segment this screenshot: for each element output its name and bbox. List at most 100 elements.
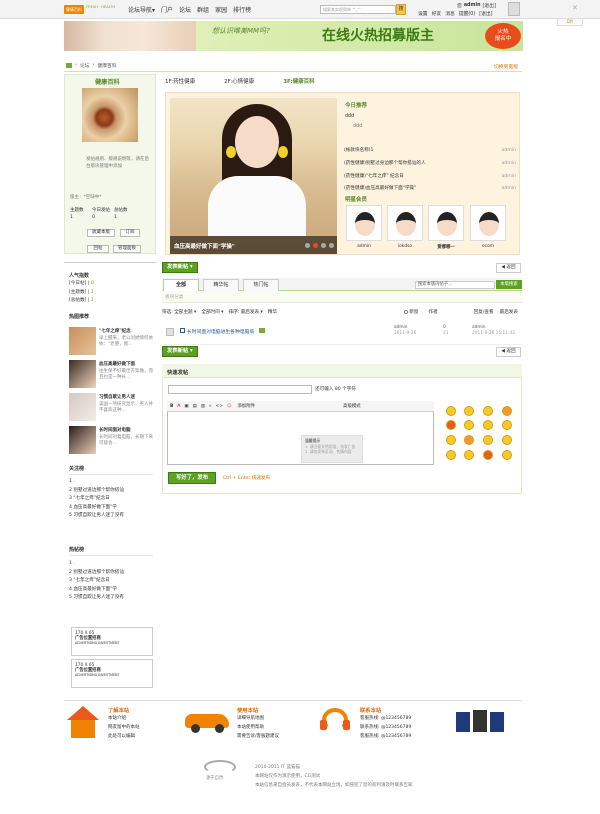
post-title-input[interactable] [168,385,312,394]
bold-icon[interactable]: B [170,404,173,409]
hot-post-item[interactable]: 1 . [69,560,155,569]
slide-photo[interactable] [170,98,337,254]
advanced-mode-link[interactable]: 高级模式 [343,403,361,409]
emoticon-kiss-icon[interactable] [502,435,512,445]
emoticon-cool-icon[interactable] [502,420,512,430]
focus-item[interactable]: 1 . [69,478,155,487]
home-icon[interactable] [66,63,72,68]
avatar[interactable] [508,2,520,16]
slide-caption[interactable]: 血压高最好做下面"学操" [170,236,337,254]
focus-item[interactable]: 3 "七年之痒"纪念日 [69,495,155,504]
search-input[interactable]: 搜索其实很简单 ^_^ [320,5,396,14]
ad-slot[interactable]: 170 X 65 广告位置招商 ADVERTISING INVESTMENT [71,659,153,688]
tab-all[interactable]: 全部 [163,279,199,291]
footer-link[interactable]: 本站使用帮助 [237,723,279,732]
emoticon-sleep-icon[interactable] [464,450,474,460]
hot-pic-item[interactable]: 血压高最好做下面 往生保不好最佳方案做，而且也是一种长… [99,362,155,382]
emoticon-think-icon[interactable] [446,450,456,460]
tab-digest[interactable]: 精华帖 [203,279,239,291]
reply-button[interactable]: 回帖 [87,245,109,253]
hot-post-item[interactable]: 5 习惯自欺让男人迷了没有 [69,594,155,603]
nav-groups[interactable]: 群组 [197,5,209,14]
floor-tab-1[interactable]: 1F:药性健康 [165,77,195,85]
hot-pic-item[interactable]: 长时间面对电脑 长时间对着电脑，长期下来可能会… [99,428,155,448]
thread-title[interactable]: 长时间面对电脑进生各种电脑病 [180,328,265,335]
switch-wide-link[interactable]: 切换到宽版 [494,63,518,70]
emoticon-surprise-icon[interactable] [464,435,474,445]
star-member-name[interactable]: iokdso [387,244,423,249]
table-row[interactable]: 长时间面对电脑进生各种电脑病 admin 2011-9-26 0 21 admi… [162,323,522,345]
submit-post-button[interactable]: 写好了，发布 [168,472,216,484]
user-settings-link[interactable]: 设置 [418,10,428,17]
emoticon-tongue-icon[interactable] [446,435,456,445]
new-post-button[interactable]: 发表新帖 ▾ [162,346,198,357]
nav-portal[interactable]: 门户 [161,5,173,14]
link-icon[interactable]: ▤ [193,404,197,409]
news-row[interactable]: (药性健康)血压高最好做下面"学操" admin [344,183,516,196]
recruit-banner[interactable]: 想认识唯美MM吗? 在线火热招募版主 火热 报名中 [64,21,523,51]
image-icon[interactable]: ▣ [184,404,188,409]
board-search-input[interactable]: 搜索本版内帖子… [415,281,495,289]
floor-tab-2[interactable]: 2F:心情健康 [224,77,254,85]
footer-contact[interactable]: 客服热线: @123456789 [360,714,411,723]
hot-pic-item[interactable]: 习惯自欺让男人迷 美国一项研究显示，男人并不喜欢这种… [99,395,155,415]
focus-item[interactable]: 2 别墅过道边那个帮你搭讪 [69,487,155,496]
star-member-avatar[interactable] [387,205,423,241]
star-member-name[interactable]: 爱哪哪一 [428,244,464,250]
focus-item[interactable]: 5 习惯自欺让男人迷了没有 [69,512,155,521]
subscribe-button[interactable]: 订阅 [120,229,140,237]
nav-home[interactable]: 家园 [215,5,227,14]
emoticon-icon[interactable]: ☺ [227,404,232,409]
emoticon-grin-icon[interactable] [464,406,474,416]
board-search-button[interactable]: 本版搜索 [496,280,522,289]
new-post-button[interactable]: 发表新帖 ▾ [162,262,198,273]
code-icon[interactable]: <> [216,404,223,409]
news-row[interactable]: (药性健康)别墅过身边那个帮你搭讪的人 admin [344,158,516,171]
star-member-name[interactable]: admin [346,244,382,249]
user-backend-link[interactable]: [退出] [479,10,492,17]
username-link[interactable]: admin [464,3,481,8]
emoticon-happy-icon[interactable] [502,450,512,460]
add-attachment-link[interactable]: 添加附件 [237,403,255,409]
thread-title-text[interactable]: 长时间面对电脑进生各种电脑病 [187,330,254,335]
footer-link[interactable]: 需要告诉/客服题建议 [237,732,279,741]
breadcrumb-board[interactable]: 健康百科 [97,62,116,69]
user-friends-link[interactable]: 好友 [432,10,442,17]
new-window-label[interactable]: 新窗 [409,309,418,315]
user-messages-link[interactable]: 消息 [445,10,455,17]
emoticon-wink-icon[interactable] [464,420,474,430]
star-member-avatar[interactable] [470,205,506,241]
logout-link[interactable]: [退出] [483,2,496,9]
back-button[interactable]: ◀ 返回 [496,263,521,273]
back-button[interactable]: ◀ 返回 [496,347,521,357]
quote-icon[interactable]: « [209,404,212,409]
close-icon[interactable]: ✕ [572,4,578,12]
today-item-title[interactable]: ddd [345,114,354,119]
emoticon-laugh-icon[interactable] [483,406,493,416]
admin-panel-button[interactable]: 管理面板 [113,245,141,253]
emoticon-angry-icon[interactable] [502,406,512,416]
favorite-board-button[interactable]: 收藏本版 [87,229,115,237]
footer-link[interactable]: 详细导航地图 [237,714,279,723]
filter-topic-select[interactable]: 筛选: 全部主题 ▾ [162,309,196,315]
ad-slot[interactable]: 170 X 65 广告位置招商 ADVERTISING INVESTMENT [71,627,153,656]
slide-dot-active[interactable] [313,243,318,248]
hot-post-item[interactable]: 2 别墅过道边那个帮你搭讪 [69,569,155,578]
footer-link[interactable]: 此处可以编辑 [108,732,140,741]
font-color-icon[interactable]: A [177,404,180,409]
nav-forum[interactable]: 论坛 [179,5,191,14]
slide-dot[interactable] [329,243,334,248]
user-reminders-link[interactable]: 提醒(0) [459,10,475,17]
breadcrumb-forum[interactable]: 论坛 [80,62,90,69]
hot-pic-item[interactable]: "七年之痒"纪念 早上醒来，老公问她情何依依："老婆，我… [99,329,155,349]
slide-dot[interactable] [321,243,326,248]
footer-contact[interactable]: 联系热线: @123456789 [360,723,411,732]
sort-select[interactable]: 排序: 最后发表 ▾ [229,309,263,315]
hot-post-item[interactable]: 3 "七年之痒"纪念日 [69,577,155,586]
news-title[interactable]: (药性健康)"七年之痒" 纪念日 [344,171,404,184]
floor-tab-3[interactable]: 3F:健康百科 [283,77,314,85]
security-badges-icon[interactable] [456,710,506,736]
news-row[interactable]: (药性健康)"七年之痒" 纪念日 admin [344,171,516,184]
checkbox-icon[interactable] [404,310,409,314]
emoticon-cry-icon[interactable] [483,420,493,430]
